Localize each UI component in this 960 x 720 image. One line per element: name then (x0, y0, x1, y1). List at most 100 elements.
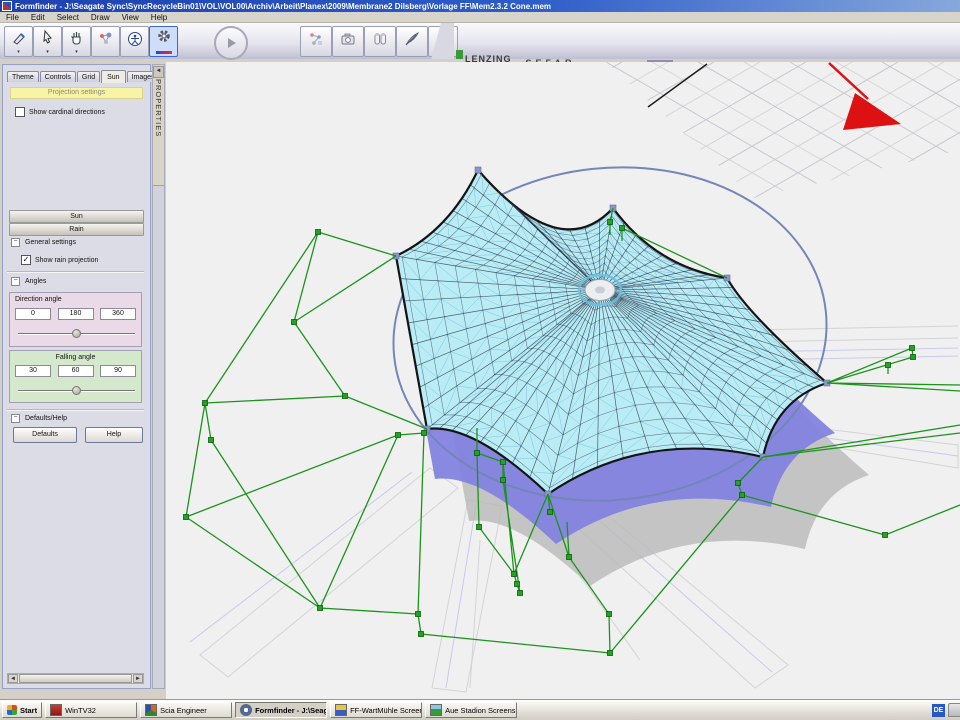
show-cardinal-label: Show cardinal directions (29, 109, 105, 116)
small-molecule-icon (308, 31, 324, 52)
menu-help[interactable]: Help (145, 13, 173, 22)
taskbar: Start WinTV32 Scia Engineer Formfinder -… (0, 699, 960, 720)
snapshot-button[interactable] (332, 26, 364, 57)
pan-hand-button[interactable]: ▾ (62, 26, 91, 57)
main-toolbar: ▾ ▾ ▾ (0, 23, 960, 59)
collapse-icon[interactable]: − (11, 277, 20, 286)
defaults-help-header[interactable]: − Defaults/Help (11, 414, 67, 423)
projection-settings-banner: Projection settings (10, 87, 143, 99)
menu-draw[interactable]: Draw (85, 13, 116, 22)
reference-grid (362, 62, 960, 212)
windows-flag-icon (7, 705, 17, 715)
aue-stadion-icon (430, 704, 442, 716)
molecule-icon (98, 31, 114, 52)
defaults-button[interactable]: Defaults (13, 427, 77, 443)
cursor-icon (40, 29, 56, 50)
divider (7, 271, 144, 273)
scroll-thumb[interactable] (19, 674, 132, 683)
direction-angle-group: Direction angle 0 180 360 (9, 292, 142, 347)
tab-controls[interactable]: Controls (40, 71, 76, 82)
collapse-icon[interactable]: − (11, 414, 20, 423)
euro-icon: € (439, 34, 447, 50)
properties-strip: ◄ PROPERTIES (152, 64, 165, 689)
show-cardinal-directions-row: Show cardinal directions (15, 107, 105, 117)
task-formfinder[interactable]: Formfinder - J:\Seaga... (235, 702, 327, 718)
scroll-right-arrow[interactable]: ► (133, 674, 143, 683)
show-cardinal-checkbox[interactable] (15, 107, 25, 117)
currency-button[interactable]: € (428, 26, 458, 57)
panel-tabs: Theme Controls Grid Sun Images (7, 68, 161, 82)
falling-angle-value-field[interactable]: 60 (58, 365, 94, 377)
play-icon (225, 37, 237, 49)
slider-thumb[interactable] (72, 386, 81, 395)
vitruvian-man-icon (127, 31, 143, 52)
nodes-tool-button[interactable] (91, 26, 120, 57)
direction-arrow (829, 63, 901, 130)
menu-bar: File Edit Select Draw View Help (0, 12, 960, 23)
angles-header[interactable]: − Angles (11, 277, 46, 286)
show-rain-checkbox[interactable]: ✓ (21, 255, 31, 265)
feather-button[interactable] (396, 26, 428, 57)
scia-icon (145, 704, 157, 716)
task-aue-stadion-screenshot[interactable]: Aue Stadion Screenshot ... (425, 702, 517, 718)
properties-strip-label: PROPERTIES (154, 79, 163, 137)
falling-angle-max-field[interactable]: 90 (100, 365, 136, 377)
hand-icon (69, 29, 85, 50)
direction-angle-value-field[interactable]: 180 (58, 308, 94, 320)
menu-file[interactable]: File (0, 13, 25, 22)
system-tray: DE (932, 703, 960, 717)
sun-section-bar[interactable]: Sun (9, 210, 144, 223)
direction-angle-slider[interactable] (18, 329, 135, 338)
language-indicator[interactable]: DE (932, 704, 945, 717)
start-button[interactable]: Start (2, 702, 42, 718)
falling-angle-label: Falling angle (10, 354, 141, 361)
grid-highlight-line (648, 64, 707, 107)
rain-section-bar[interactable]: Rain (9, 223, 144, 236)
panel-horizontal-scrollbar[interactable]: ◄ ► (7, 673, 144, 684)
direction-angle-min-field[interactable]: 0 (15, 308, 51, 320)
window-title: Formfinder - J:\Seagate Sync\SyncRecycle… (15, 2, 551, 11)
window-titlebar[interactable]: Formfinder - J:\Seagate Sync\SyncRecycle… (0, 0, 960, 12)
formfinder-icon (240, 704, 252, 716)
tab-theme[interactable]: Theme (7, 71, 39, 82)
show-rain-label: Show rain projection (35, 257, 98, 264)
general-settings-header[interactable]: − General settings (11, 238, 76, 247)
help-button[interactable]: Help (85, 427, 143, 443)
properties-panel: Theme Controls Grid Sun Images Projectio… (2, 64, 151, 689)
slider-thumb[interactable] (72, 329, 81, 338)
show-rain-projection-row: ✓ Show rain projection (21, 255, 98, 265)
camera-icon (340, 31, 356, 52)
lenzing-mark-icon (456, 50, 463, 59)
model-view-button[interactable] (120, 26, 149, 57)
menu-select[interactable]: Select (51, 13, 85, 22)
task-scia-engineer[interactable]: Scia Engineer (140, 702, 232, 718)
menu-edit[interactable]: Edit (25, 13, 51, 22)
scroll-left-arrow[interactable]: ◄ (8, 674, 18, 683)
materials-button[interactable] (364, 26, 396, 57)
play-button[interactable] (214, 26, 248, 60)
printer-tray-icon[interactable] (948, 703, 960, 717)
desktop: { "window": { "title": "Formfinder - J:\… (0, 0, 960, 720)
menu-view[interactable]: View (116, 13, 145, 22)
task-wintv32[interactable]: WinTV32 (45, 702, 137, 718)
task-wartmuehle-screenshot[interactable]: FF-WartMühle Screensh... (330, 702, 422, 718)
collapse-icon[interactable]: − (11, 238, 20, 247)
properties-strip-tab[interactable]: ◄ PROPERTIES (153, 65, 164, 186)
formfinder-app-icon (2, 1, 12, 11)
falling-angle-slider[interactable] (18, 386, 135, 395)
falling-angle-group: Falling angle 30 60 90 (9, 350, 142, 403)
tab-grid[interactable]: Grid (77, 71, 100, 82)
collapse-panel-arrow-icon[interactable]: ◄ (153, 66, 164, 78)
hub-center (595, 287, 605, 294)
falling-angle-min-field[interactable]: 30 (15, 365, 51, 377)
tab-sun[interactable]: Sun (101, 70, 125, 83)
select-cursor-button[interactable]: ▾ (33, 26, 62, 57)
direction-angle-max-field[interactable]: 360 (100, 308, 136, 320)
viewport-3d[interactable] (166, 62, 960, 699)
fabric-rolls-icon (372, 31, 388, 52)
draw-pencil-button[interactable]: ▾ (4, 26, 33, 57)
render-settings-button[interactable] (149, 26, 178, 57)
divider (7, 409, 144, 411)
structure-nodes-button[interactable] (300, 26, 332, 57)
gear-icon (156, 29, 172, 50)
